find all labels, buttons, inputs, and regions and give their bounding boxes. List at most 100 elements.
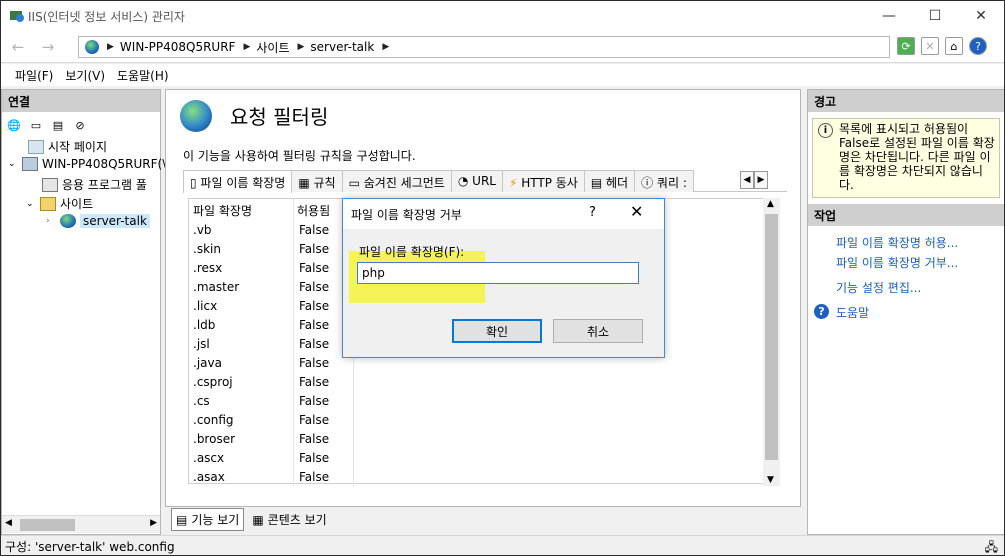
tab-http-verbs[interactable]: ⚡ HTTP 동사 bbox=[501, 170, 585, 192]
dialog-close-button[interactable]: ✕ bbox=[630, 202, 643, 221]
help-link[interactable]: 도움말 bbox=[836, 304, 869, 321]
tab-scroll-arrows: ◀ ▶ bbox=[740, 171, 768, 189]
extension-cell: .asax bbox=[193, 470, 225, 484]
tree-app-pools[interactable]: 응용 프로그램 풀 bbox=[42, 176, 147, 193]
menu-view[interactable]: 보기(V) bbox=[59, 64, 111, 86]
table-row[interactable]: .master False bbox=[189, 280, 353, 299]
window-title: IIS(인터넷 정보 서비스) 관리자 bbox=[28, 10, 185, 24]
extension-cell: .master bbox=[193, 280, 240, 294]
help-menu-icon[interactable]: ? bbox=[969, 37, 987, 55]
table-row[interactable]: .licx False bbox=[189, 299, 353, 318]
disconnect-icon[interactable]: ⊘ bbox=[71, 117, 89, 133]
table-row[interactable]: .broser False bbox=[189, 432, 353, 451]
breadcrumb-site[interactable]: server-talk bbox=[310, 40, 374, 54]
maximize-button[interactable]: ☐ bbox=[912, 1, 958, 31]
horizontal-scrollbar[interactable]: ◀ ▶ bbox=[2, 515, 160, 533]
tab-features-view[interactable]: ▤ 기능 보기 bbox=[171, 508, 245, 531]
allowed-cell: False bbox=[299, 451, 330, 465]
tab-file-extensions[interactable]: ▯ 파일 이름 확장명 bbox=[183, 170, 293, 193]
allowed-cell: False bbox=[299, 470, 330, 484]
allow-extension-link[interactable]: 파일 이름 확장명 허용... bbox=[836, 234, 958, 251]
address-toolbar: ⟳ ✕ ⌂ ? bbox=[897, 37, 987, 55]
info-icon: i bbox=[818, 123, 833, 138]
extension-cell: .java bbox=[193, 356, 222, 370]
tab-label: HTTP 동사 bbox=[521, 176, 578, 190]
refresh-icon[interactable]: ⟳ bbox=[897, 37, 915, 55]
table-row[interactable]: .vb False bbox=[189, 223, 353, 242]
connect-icon[interactable]: 🌐 bbox=[5, 117, 23, 133]
cancel-button[interactable]: 취소 bbox=[553, 319, 643, 343]
alerts-header: 경고 bbox=[808, 90, 1004, 112]
menu-file[interactable]: 파일(F) bbox=[9, 64, 59, 86]
menu-help[interactable]: 도움말(H) bbox=[111, 64, 175, 86]
table-row[interactable]: .csproj False bbox=[189, 375, 353, 394]
tree-start-page[interactable]: 시작 페이지 bbox=[28, 138, 107, 155]
edit-feature-settings-link[interactable]: 기능 설정 편집... bbox=[836, 279, 921, 296]
tab-content-view[interactable]: ▦ 콘텐츠 보기 bbox=[248, 508, 330, 531]
ok-button[interactable]: 확인 bbox=[452, 319, 542, 343]
table-row[interactable]: .cs False bbox=[189, 394, 353, 413]
tab-scroll-left-icon[interactable]: ◀ bbox=[740, 171, 754, 189]
table-row[interactable]: .skin False bbox=[189, 242, 353, 261]
tree-label: 응용 프로그램 풀 bbox=[62, 178, 147, 192]
close-window-button[interactable]: ✕ bbox=[958, 1, 1004, 31]
app-pool-icon bbox=[42, 177, 58, 192]
forward-button[interactable]: → bbox=[37, 36, 59, 58]
scroll-thumb[interactable] bbox=[765, 214, 778, 460]
tab-label: 파일 이름 확장명 bbox=[200, 176, 286, 190]
scroll-up-icon[interactable]: ▲ bbox=[767, 199, 774, 209]
dialog-help-button[interactable]: ? bbox=[589, 205, 596, 220]
tab-query-strings[interactable]: ⓘ 쿼리 : bbox=[634, 170, 694, 192]
expand-icon[interactable]: ⌄ bbox=[8, 159, 22, 169]
globe-icon bbox=[60, 214, 76, 228]
extension-input[interactable] bbox=[357, 262, 639, 284]
expand-icon[interactable]: ⌄ bbox=[26, 199, 40, 209]
actions-header: 작업 bbox=[808, 204, 1004, 226]
home-icon[interactable]: ⌂ bbox=[945, 37, 963, 55]
breadcrumb-sites[interactable]: 사이트 bbox=[256, 39, 289, 56]
table-row[interactable]: .asax False bbox=[189, 470, 353, 489]
table-row[interactable]: .resx False bbox=[189, 261, 353, 280]
table-row[interactable]: .java False bbox=[189, 356, 353, 375]
chevron-right-icon: ▶ bbox=[107, 42, 114, 52]
page-description: 이 기능을 사용하여 필터링 규칙을 구성합니다. bbox=[183, 149, 416, 163]
column-header-extension[interactable]: 파일 확장명 bbox=[189, 199, 293, 221]
extension-cell: .licx bbox=[193, 299, 218, 313]
table-row[interactable]: .config False bbox=[189, 413, 353, 432]
tree-server-talk[interactable]: › server-talk bbox=[46, 214, 150, 228]
tab-scroll-right-icon[interactable]: ▶ bbox=[754, 171, 768, 189]
scroll-right-icon[interactable]: ▶ bbox=[150, 518, 157, 528]
tab-headers[interactable]: ▤ 헤더 bbox=[583, 170, 636, 192]
collapse-icon[interactable]: › bbox=[46, 216, 60, 226]
help-icon[interactable]: ? bbox=[814, 304, 829, 319]
tree-server[interactable]: ⌄ WIN-PP408Q5RURF(\ bbox=[8, 157, 166, 171]
tab-rules[interactable]: ▦ 규칙 bbox=[291, 170, 343, 192]
tree-sites[interactable]: ⌄ 사이트 bbox=[26, 195, 93, 212]
breadcrumb-server[interactable]: WIN-PP408Q5RURF bbox=[120, 40, 236, 54]
feature-tabs: ▯ 파일 이름 확장명 ▦ 규칙 ▭ 숨겨진 세그먼트 ◔ URL ⚡ HTTP… bbox=[183, 170, 787, 193]
folder-up-icon[interactable]: ▤ bbox=[49, 117, 67, 133]
breadcrumb[interactable]: ▶ WIN-PP408Q5RURF ▶ 사이트 ▶ server-talk ▶ bbox=[78, 36, 890, 58]
table-row[interactable]: .jsl False bbox=[189, 337, 353, 356]
dialog-title: 파일 이름 확장명 거부 bbox=[343, 199, 664, 229]
tab-label: 기능 보기 bbox=[191, 513, 240, 527]
extension-cell: .cs bbox=[193, 394, 210, 408]
allowed-cell: False bbox=[299, 432, 330, 446]
stop-icon[interactable]: ✕ bbox=[921, 37, 939, 55]
scroll-thumb[interactable] bbox=[20, 519, 75, 531]
scroll-left-icon[interactable]: ◀ bbox=[5, 518, 12, 528]
allowed-cell: False bbox=[299, 356, 330, 370]
minimize-button[interactable]: — bbox=[866, 1, 912, 31]
save-icon[interactable]: ▭ bbox=[27, 117, 45, 133]
vertical-scrollbar[interactable]: ▲ ▼ bbox=[763, 198, 780, 486]
network-icon: 🖧 bbox=[984, 540, 998, 554]
table-row[interactable]: .ascx False bbox=[189, 451, 353, 470]
tab-url[interactable]: ◔ URL bbox=[450, 170, 503, 192]
alert-text: 목록에 표시되고 허용됨이 False로 설정된 파일 이름 확장명은 차단됩니… bbox=[839, 122, 995, 192]
table-row[interactable]: .ldb False bbox=[189, 318, 353, 337]
scroll-down-icon[interactable]: ▼ bbox=[767, 475, 774, 485]
deny-extension-link[interactable]: 파일 이름 확장명 거부... bbox=[836, 254, 958, 271]
back-button[interactable]: ← bbox=[7, 36, 29, 58]
tab-hidden-segments[interactable]: ▭ 숨겨진 세그먼트 bbox=[341, 170, 452, 192]
window-controls: — ☐ ✕ bbox=[866, 1, 1004, 31]
